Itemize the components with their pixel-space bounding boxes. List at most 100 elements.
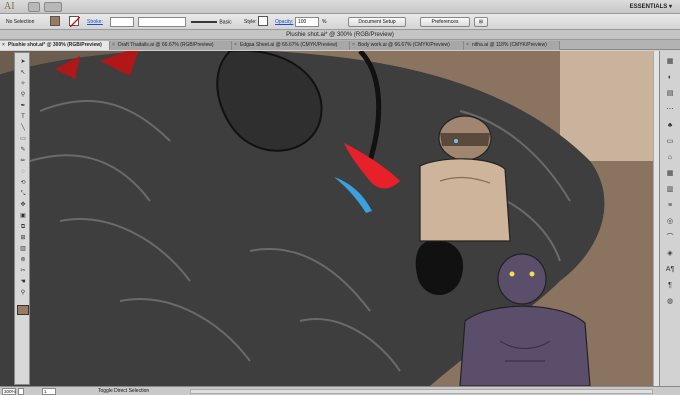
tool-8-icon[interactable]: ▭	[17, 136, 29, 143]
tab-label: Edgaa Sheet.ai @ 66.67% (CMYK/Preview)	[240, 42, 338, 48]
zoom-dropdown-icon[interactable]	[18, 388, 24, 395]
arrange-icon[interactable]: ⊞	[474, 17, 488, 27]
panel-dock: ▦ ◐ ▤ ⋯ ♣ ▭ ⌂ ▦ ▥ ≡ ◎ ⌒ ◈ A¶ ¶ ◍	[659, 51, 680, 386]
panel-16-icon[interactable]: ◍	[664, 297, 676, 306]
tool-17-icon[interactable]: ⊞	[17, 235, 29, 242]
graphic-style-swatch[interactable]	[258, 16, 268, 26]
panel-7-icon[interactable]: ⌂	[664, 153, 676, 162]
stroke-color-swatch[interactable]	[69, 16, 81, 28]
bridge-button[interactable]	[28, 2, 40, 12]
tool-15-icon[interactable]: ▣	[17, 213, 29, 220]
panel-12-icon[interactable]: ⌒	[664, 233, 676, 242]
close-icon[interactable]: ×	[352, 41, 355, 50]
tool-18-icon[interactable]: ▥	[17, 246, 29, 253]
status-bar: 300% 1 Toggle Direct Selection	[0, 386, 680, 395]
tab-label: Plushie shot.ai* @ 300% (RGB/Preview)	[8, 42, 102, 48]
selection-status: No Selection	[6, 19, 35, 25]
tool-5-icon[interactable]: ✒	[17, 103, 29, 110]
close-icon[interactable]: ×	[112, 41, 115, 50]
tab-body-work[interactable]: × Body work.ai @ 66.67% (CMYK/Preview)	[350, 41, 464, 50]
tab-label: Body work.ai @ 66.67% (CMYK/Preview)	[358, 42, 450, 48]
tool-4-icon[interactable]: ⚲	[17, 92, 29, 99]
status-text: Toggle Direct Selection	[98, 388, 150, 394]
chevron-down-icon: ▾	[668, 4, 672, 10]
tool-10-icon[interactable]: ✏	[17, 158, 29, 165]
page-field[interactable]: 1	[42, 388, 56, 395]
workspace-switcher[interactable]: ESSENTIALS ▾	[630, 3, 672, 10]
tab-draft-thaitails[interactable]: × Draft Thaitails.ai @ 66.67% (RGB/Previ…	[110, 41, 232, 50]
panel-15-icon[interactable]: ¶	[664, 281, 676, 290]
panel-4-icon[interactable]: ⋯	[664, 105, 676, 114]
tool-14-icon[interactable]: ✥	[17, 202, 29, 209]
panel-3-icon[interactable]: ▤	[664, 89, 676, 98]
panel-5-icon[interactable]: ♣	[664, 121, 676, 130]
control-bar: No Selection Stroke: Basic Style: Opacit…	[0, 14, 680, 30]
panel-11-icon[interactable]: ◎	[664, 217, 676, 226]
opacity-field[interactable]: 100	[295, 17, 319, 27]
raccoon-mask	[440, 133, 490, 146]
workspace-label: ESSENTIALS	[629, 4, 668, 10]
tool-1-icon[interactable]: ➤	[17, 59, 29, 66]
panel-9-icon[interactable]: ▥	[664, 185, 676, 194]
tool-13-icon[interactable]: ⤡	[17, 191, 29, 198]
tab-label: nitha.ai @ 118% (CMYK/Preview)	[472, 42, 547, 48]
tool-9-icon[interactable]: ✎	[17, 147, 29, 154]
plushie-nose	[415, 240, 464, 296]
bear-eye	[509, 271, 515, 277]
opacity-label[interactable]: Opacity:	[275, 17, 293, 27]
panel-8-icon[interactable]: ▦	[664, 169, 676, 178]
panel-2-icon[interactable]: ◐	[664, 73, 676, 82]
preferences-button[interactable]: Preferences	[420, 17, 470, 27]
tool-20-icon[interactable]: ✂	[17, 268, 29, 275]
tool-22-icon[interactable]: ⚲	[17, 290, 29, 297]
document-title-bar: Plushie shot.ai* @ 300% (RGB/Preview)	[0, 30, 680, 40]
illustrator-logo: AI	[4, 1, 15, 12]
stroke-label[interactable]: Stroke:	[87, 17, 103, 27]
tab-plushie-shot[interactable]: × Plushie shot.ai* @ 300% (RGB/Preview)	[0, 41, 110, 50]
artwork	[0, 51, 653, 386]
panel-10-icon[interactable]: ≡	[664, 201, 676, 210]
raccoon-eye	[454, 139, 458, 143]
tab-nitha[interactable]: × nitha.ai @ 118% (CMYK/Preview)	[464, 41, 560, 50]
tool-16-icon[interactable]: ⧉	[17, 224, 29, 231]
brush-stroke-icon	[191, 21, 217, 23]
close-icon[interactable]: ×	[2, 41, 5, 50]
tool-11-icon[interactable]: ◌	[17, 169, 29, 176]
tab-edgaa-sheet[interactable]: × Edgaa Sheet.ai @ 66.67% (CMYK/Preview)	[232, 41, 350, 50]
tab-label: Draft Thaitails.ai @ 66.67% (RGB/Preview…	[118, 42, 214, 48]
artboard-canvas[interactable]	[0, 51, 653, 386]
horizontal-scrollbar[interactable]	[190, 389, 653, 394]
tool-6-icon[interactable]: T	[17, 114, 29, 121]
background-panel	[560, 51, 653, 161]
opacity-unit: %	[322, 19, 327, 25]
stroke-weight-field[interactable]	[110, 17, 134, 27]
arrange-documents-button[interactable]	[44, 2, 62, 12]
raccoon-torso	[419, 158, 511, 242]
fill-color-swatch[interactable]	[50, 16, 60, 26]
panel-13-icon[interactable]: ◈	[664, 249, 676, 258]
tool-3-icon[interactable]: ✧	[17, 81, 29, 88]
variable-width-profile[interactable]	[138, 17, 186, 27]
no-stroke-icon	[69, 16, 81, 28]
document-title: Plushie shot.ai* @ 300% (RGB/Preview)	[286, 32, 394, 38]
fill-stroke-icon[interactable]	[17, 305, 29, 315]
panel-6-icon[interactable]: ▭	[664, 137, 676, 146]
zoom-field[interactable]: 300%	[2, 388, 16, 395]
style-label: Style:	[244, 19, 257, 25]
close-icon[interactable]: ×	[466, 41, 469, 50]
tool-7-icon[interactable]: ╲	[17, 125, 29, 132]
panel-14-icon[interactable]: A¶	[664, 265, 676, 274]
panel-1-icon[interactable]: ▦	[664, 57, 676, 66]
brush-definition[interactable]: Basic	[190, 17, 232, 27]
brush-label: Basic	[219, 19, 232, 26]
tool-2-icon[interactable]: ↖	[17, 70, 29, 77]
tool-12-icon[interactable]: ⟲	[17, 180, 29, 187]
tool-21-icon[interactable]: ☚	[17, 279, 29, 286]
bear-eye	[529, 271, 535, 277]
bear-head	[497, 253, 547, 305]
document-tabs: × Plushie shot.ai* @ 300% (RGB/Preview) …	[0, 40, 680, 50]
tool-19-icon[interactable]: ⊚	[17, 257, 29, 264]
document-setup-button[interactable]: Document Setup	[348, 17, 406, 27]
close-icon[interactable]: ×	[234, 41, 237, 50]
bear-torso	[459, 305, 591, 386]
